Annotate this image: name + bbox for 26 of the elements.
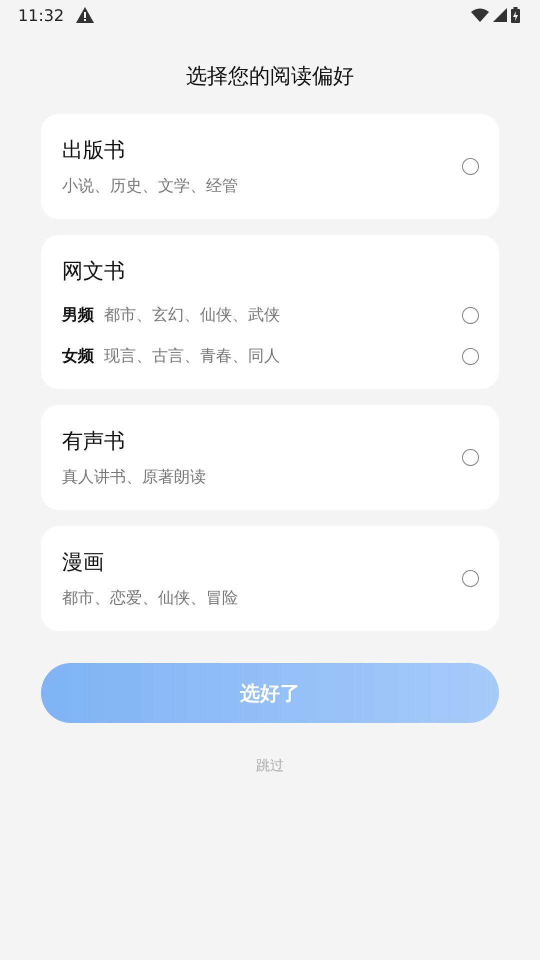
radio-button[interactable] (462, 348, 479, 365)
option-description: 都市、玄幻、仙侠、武侠 (104, 305, 281, 326)
category-title: 有声书 (62, 428, 126, 455)
status-time: 11:32 (18, 6, 64, 24)
radio-button[interactable] (462, 307, 479, 324)
radio-button[interactable] (462, 449, 479, 466)
page-title: 选择您的阅读偏好 (185, 63, 355, 90)
category-description: 真人讲书、原著朗读 (62, 467, 207, 488)
category-card[interactable]: 有声书 真人讲书、原著朗读 (41, 405, 499, 510)
option-label: 男频 (62, 305, 94, 326)
signal-icon (493, 8, 507, 22)
wifi-icon (471, 8, 489, 22)
battery-icon (511, 7, 520, 23)
category-card[interactable]: 网文书 男频 都市、玄幻、仙侠、武侠 女频 现言、古言、青春、同人 (41, 235, 499, 389)
category-title: 网文书 (62, 258, 126, 285)
category-description: 都市、恋爱、仙侠、冒险 (62, 588, 239, 609)
category-description: 小说、历史、文学、经管 (62, 176, 239, 197)
option-description: 现言、古言、青春、同人 (104, 346, 281, 367)
warning-icon (76, 7, 94, 23)
category-card[interactable]: 出版书 小说、历史、文学、经管 (41, 114, 499, 219)
option-label: 女频 (62, 346, 94, 367)
radio-button[interactable] (462, 158, 479, 175)
category-title: 漫画 (62, 549, 105, 576)
category-card[interactable]: 漫画 都市、恋爱、仙侠、冒险 (41, 526, 499, 631)
category-title: 出版书 (62, 137, 126, 164)
radio-button[interactable] (462, 570, 479, 587)
